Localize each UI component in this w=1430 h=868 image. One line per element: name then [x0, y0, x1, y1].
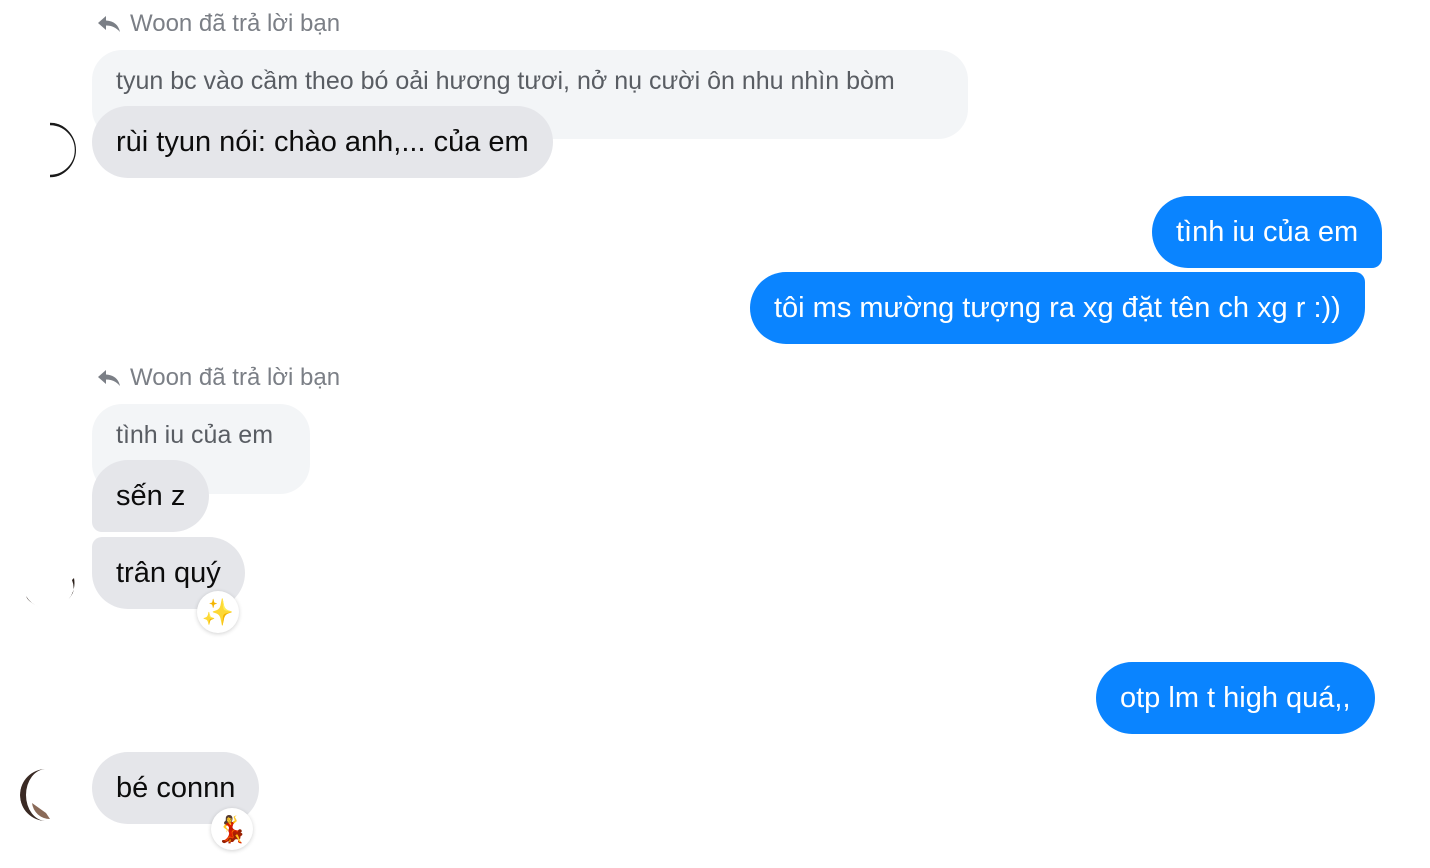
outgoing-message[interactable]: tôi ms mường tượng ra xg đặt tên ch xg r…	[750, 272, 1365, 344]
quoted-message-text: tyun bc vào cầm theo bó oải hương tươi, …	[116, 67, 895, 95]
message-text: tình iu của em	[1176, 215, 1359, 248]
reply-indicator-text: Woon đã trả lời bạn	[130, 10, 341, 37]
avatar[interactable]	[20, 767, 76, 823]
reaction-badge[interactable]: 💃	[211, 808, 253, 850]
avatar-image	[21, 122, 76, 178]
incoming-message[interactable]: rùi tyun nói: chào anh,... của em	[92, 106, 553, 178]
reply-indicator: Woon đã trả lời bạn	[96, 7, 340, 41]
reply-arrow-icon	[98, 370, 120, 386]
message-text: trân quý	[116, 556, 221, 589]
outgoing-message[interactable]: otp lm t high quá,,	[1096, 662, 1375, 734]
quoted-message-text: tình iu của em	[116, 421, 274, 449]
avatar[interactable]	[20, 122, 76, 178]
message-text: otp lm t high quá,,	[1120, 681, 1351, 714]
avatar[interactable]	[20, 552, 76, 608]
avatar-image	[20, 768, 75, 822]
incoming-message[interactable]: sến z	[92, 460, 210, 532]
reaction-badge[interactable]: ✨	[197, 591, 239, 633]
message-text: bé connn	[116, 771, 236, 804]
message-text: rùi tyun nói: chào anh,... của em	[116, 125, 529, 158]
reply-arrow-icon	[98, 16, 120, 32]
reply-indicator: Woon đã trả lời bạn	[96, 361, 340, 395]
outgoing-message[interactable]: tình iu của em	[1152, 196, 1383, 268]
sparkles-icon: ✨	[201, 596, 235, 627]
avatar-image	[21, 553, 75, 608]
dancer-icon: 💃	[215, 813, 249, 844]
message-text: tôi ms mường tượng ra xg đặt tên ch xg r…	[774, 291, 1341, 324]
reply-indicator-text: Woon đã trả lời bạn	[130, 364, 341, 391]
message-text: sến z	[116, 479, 186, 512]
